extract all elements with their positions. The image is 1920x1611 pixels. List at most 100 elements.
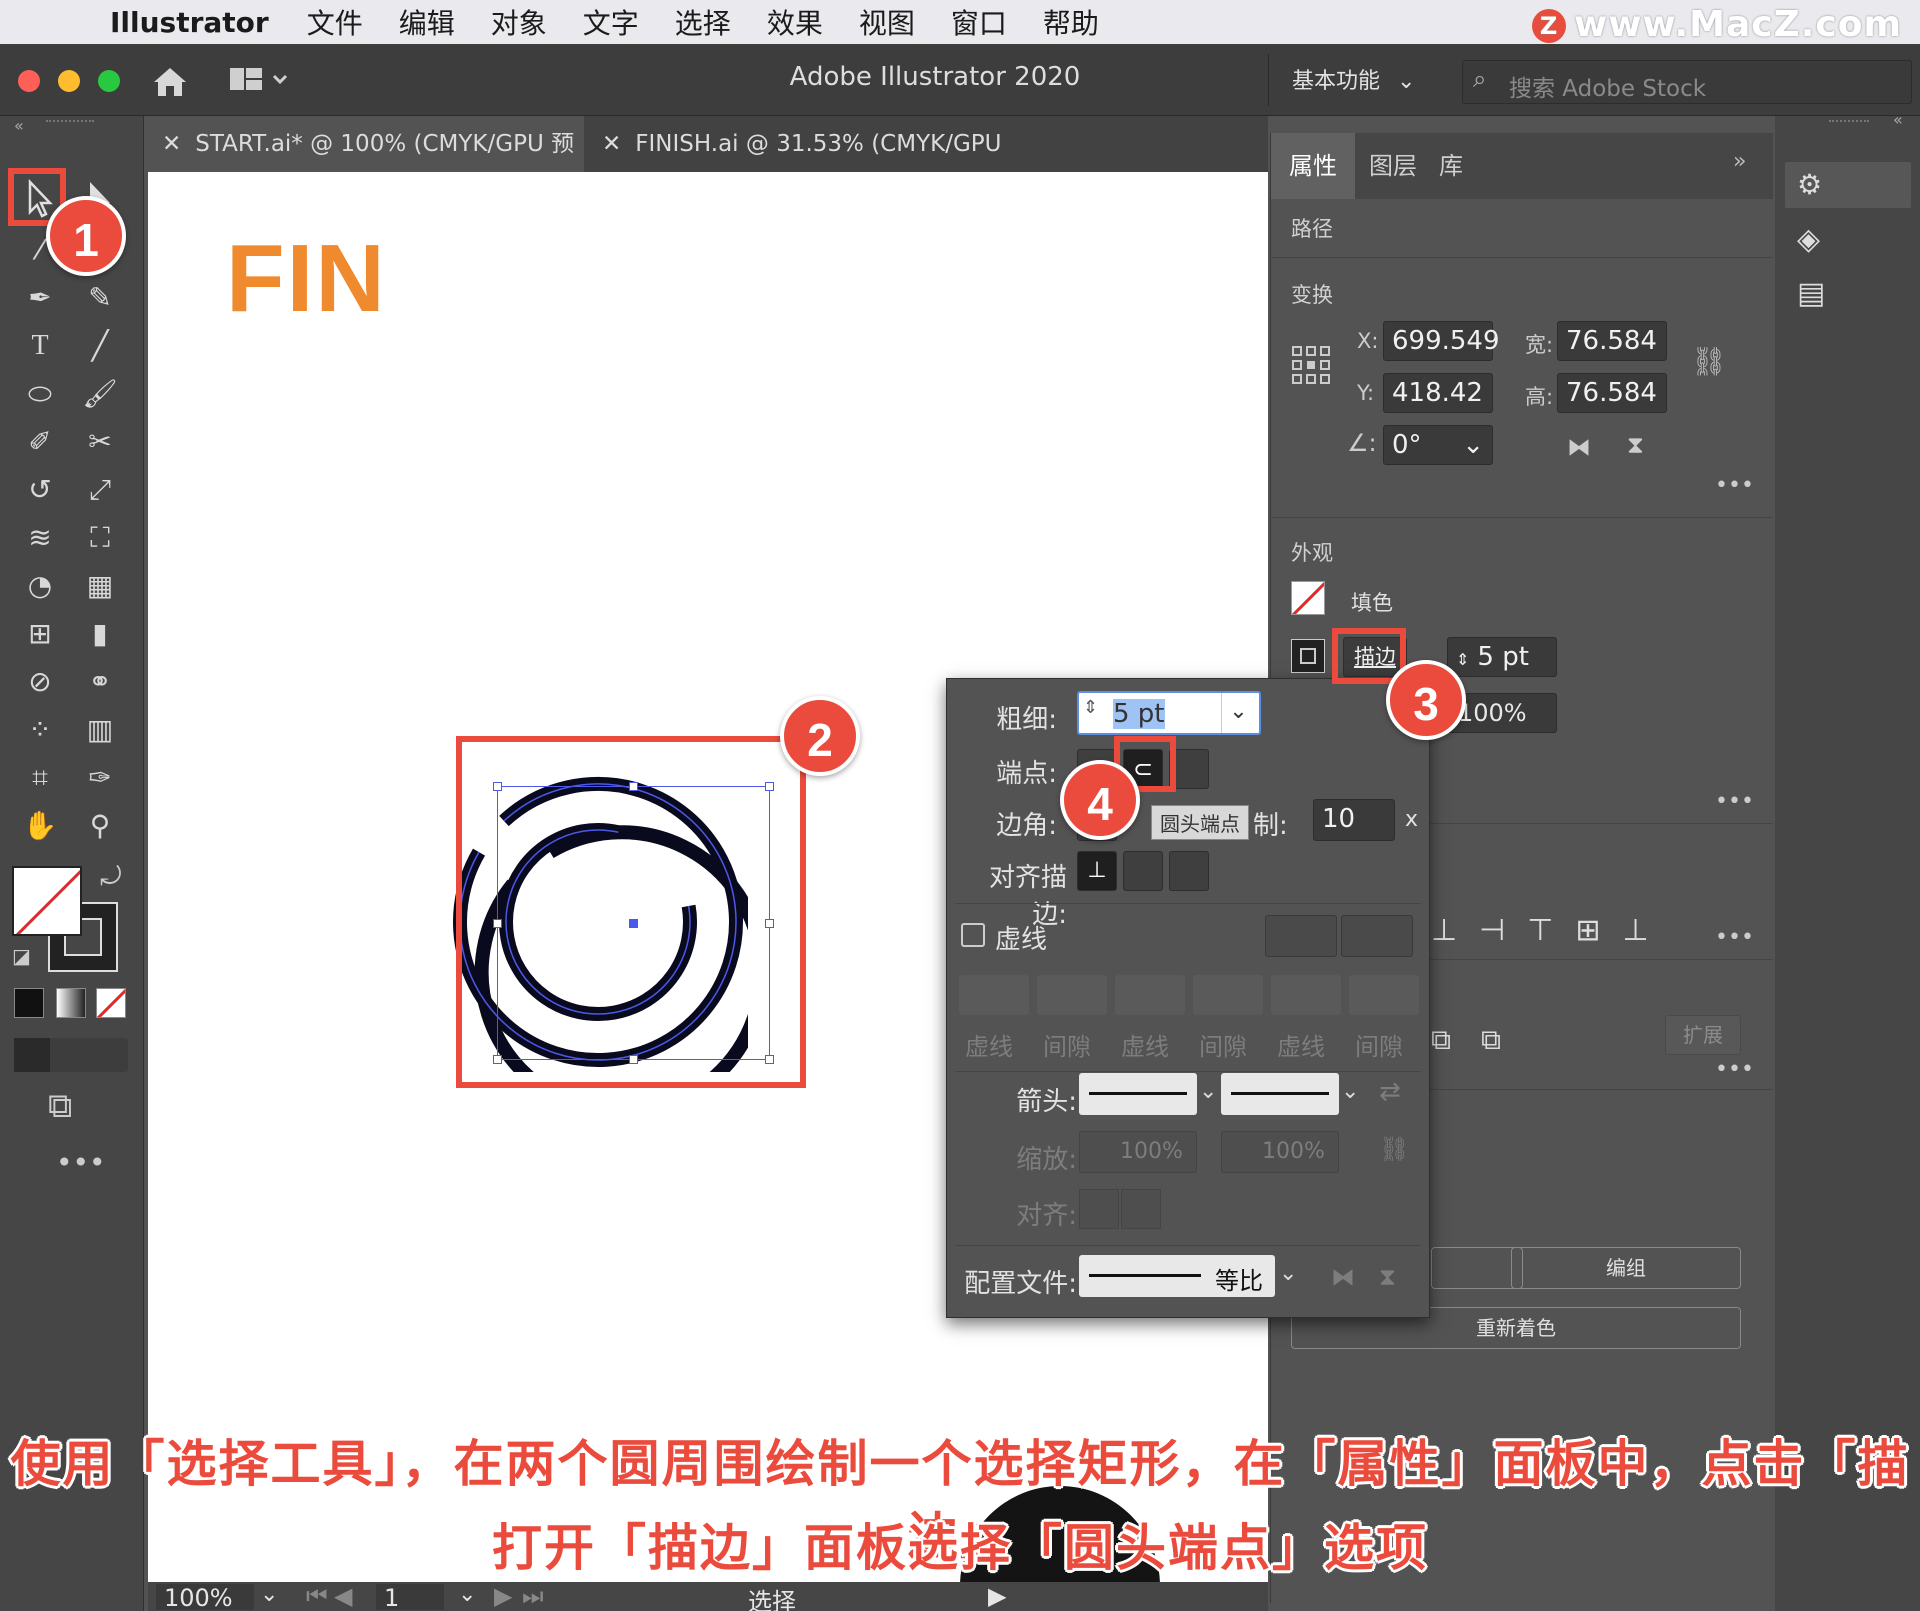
scale-tool-icon[interactable]: ⤢ xyxy=(78,468,122,512)
more-options-icon[interactable]: ••• xyxy=(1715,925,1754,950)
group-button[interactable]: 编组 xyxy=(1511,1247,1741,1289)
column-graph-tool-icon[interactable]: ▥ xyxy=(78,708,122,752)
curvature-tool-icon[interactable]: ✎ xyxy=(78,276,122,320)
chevron-down-icon[interactable]: ⌄ xyxy=(1462,426,1484,464)
arrow-extend-button[interactable] xyxy=(1079,1189,1119,1229)
artboard-tool-icon[interactable]: ⌗ xyxy=(18,756,62,800)
gap-field[interactable] xyxy=(1037,975,1107,1015)
perspective-grid-tool-icon[interactable]: ▦ xyxy=(78,564,122,608)
align-icons[interactable]: ⊥⊣⊤⊞⊥ xyxy=(1431,913,1671,948)
chevron-down-icon[interactable]: ⌄ xyxy=(1341,1079,1359,1104)
shaper-tool-icon[interactable]: ✐ xyxy=(18,420,62,464)
more-options-icon[interactable]: ••• xyxy=(1715,473,1754,498)
more-tools-icon[interactable]: ••• xyxy=(56,1146,106,1179)
layers-panel-icon[interactable]: ◈ xyxy=(1797,222,1820,257)
stepper-icon[interactable]: ⇕ xyxy=(1456,650,1469,669)
flip-horizontal-icon[interactable]: ⧓ xyxy=(1567,433,1591,461)
tab-start[interactable]: ✕START.ai* @ 100% (CMYK/GPU 预览) xyxy=(148,116,584,213)
width-field[interactable]: 76.584 p xyxy=(1557,321,1667,361)
slice-tool-icon[interactable]: ✑ xyxy=(78,756,122,800)
paintbrush-tool-icon[interactable]: 🖌 xyxy=(78,372,122,416)
menu-file[interactable]: 文件 xyxy=(307,2,363,42)
start-arrowhead-select[interactable] xyxy=(1079,1073,1197,1115)
panel-grip[interactable] xyxy=(1829,120,1869,124)
swap-arrowheads-icon[interactable]: ⇄ xyxy=(1379,1077,1401,1107)
first-artboard-icon[interactable]: ⏮ xyxy=(306,1582,328,1610)
chevron-down-icon[interactable]: ⌄ xyxy=(1199,1079,1217,1104)
menu-window[interactable]: 窗口 xyxy=(951,2,1007,42)
ellipse-tool-icon[interactable]: ⬭ xyxy=(18,372,62,416)
shape-builder-tool-icon[interactable]: ◔ xyxy=(18,564,62,608)
height-field[interactable]: 76.584 p xyxy=(1557,373,1667,413)
pathfinder-icons[interactable]: ⧉⧉ xyxy=(1431,1023,1531,1057)
tab-finish[interactable]: ✕FINISH.ai @ 31.53% (CMYK/GPU 预览) xyxy=(588,116,1028,213)
quick-action-button[interactable] xyxy=(1431,1247,1523,1289)
dashed-line-checkbox[interactable] xyxy=(961,923,985,947)
chevron-down-icon[interactable]: ⌄ xyxy=(458,1582,476,1607)
swap-fill-stroke-icon[interactable]: ⤾ xyxy=(100,862,122,893)
more-options-icon[interactable]: ••• xyxy=(1715,789,1754,814)
app-menu[interactable]: Illustrator xyxy=(110,6,269,39)
chevron-down-icon[interactable]: ⌄ xyxy=(260,1582,278,1607)
menu-object[interactable]: 对象 xyxy=(491,2,547,42)
stepper-icon[interactable]: ⇕ xyxy=(1083,697,1098,718)
symbol-sprayer-tool-icon[interactable]: ⁘ xyxy=(18,708,62,752)
x-field[interactable]: 699.549 xyxy=(1383,321,1500,361)
workspace-switcher[interactable]: 基本功能 ⌄ xyxy=(1292,62,1422,102)
eyedropper-tool-icon[interactable]: ⊘ xyxy=(18,660,62,704)
last-artboard-icon[interactable]: ⏭ xyxy=(522,1582,544,1610)
next-artboard-icon[interactable]: ▶ xyxy=(494,1582,512,1610)
search-input[interactable]: 搜索 Adobe Stock xyxy=(1509,69,1706,103)
previous-artboard-icon[interactable]: ◀ xyxy=(334,1582,352,1610)
dash-field[interactable] xyxy=(1271,975,1341,1015)
color-mode-icon[interactable] xyxy=(14,988,44,1018)
type-tool-icon[interactable]: T xyxy=(18,324,62,368)
fill-color-swatch[interactable] xyxy=(1291,581,1325,615)
start-scale-field[interactable]: 100% xyxy=(1079,1131,1197,1173)
expand-button[interactable]: 扩展 xyxy=(1665,1015,1741,1055)
default-fill-stroke-icon[interactable]: ◪ xyxy=(12,944,31,968)
link-scale-icon[interactable]: ⛓ xyxy=(1379,1135,1409,1163)
gap-field[interactable] xyxy=(1193,975,1263,1015)
dash-align-button[interactable] xyxy=(1341,915,1413,957)
free-transform-tool-icon[interactable]: ⛶ xyxy=(78,516,122,560)
close-icon[interactable]: ✕ xyxy=(162,131,181,157)
profile-select[interactable]: 等比 xyxy=(1079,1255,1275,1297)
y-field[interactable]: 418.42 p xyxy=(1383,373,1493,413)
flip-profile-horizontal-icon[interactable]: ⧓ xyxy=(1331,1263,1355,1291)
gradient-mode-icon[interactable] xyxy=(56,988,86,1018)
end-scale-field[interactable]: 100% xyxy=(1221,1131,1339,1173)
menu-view[interactable]: 视图 xyxy=(859,2,915,42)
chevron-down-icon[interactable]: ⌄ xyxy=(1221,693,1255,733)
menu-select[interactable]: 选择 xyxy=(675,2,731,42)
fill-swatch[interactable] xyxy=(12,866,82,936)
close-icon[interactable]: ✕ xyxy=(602,131,621,157)
hand-tool-icon[interactable]: ✋ xyxy=(18,804,62,848)
collapse-icon[interactable]: « xyxy=(14,116,24,135)
menu-type[interactable]: 文字 xyxy=(583,2,639,42)
menu-effect[interactable]: 效果 xyxy=(767,2,823,42)
more-options-icon[interactable]: ••• xyxy=(1715,1057,1754,1082)
dash-preserve-button[interactable] xyxy=(1265,915,1337,957)
tab-libraries[interactable]: 库 xyxy=(1421,133,1481,199)
mesh-tool-icon[interactable]: ⊞ xyxy=(18,612,62,656)
end-arrowhead-select[interactable] xyxy=(1221,1073,1339,1115)
width-tool-icon[interactable]: ≋ xyxy=(18,516,62,560)
gap-field[interactable] xyxy=(1349,975,1419,1015)
align-center-button[interactable]: ⊥ xyxy=(1077,851,1117,891)
dash-field[interactable] xyxy=(959,975,1029,1015)
properties-panel-icon[interactable]: ⚙ xyxy=(1785,162,1911,208)
stroke-color-swatch[interactable] xyxy=(1291,639,1325,673)
collapse-icon[interactable]: « xyxy=(1893,110,1903,129)
dash-field[interactable] xyxy=(1115,975,1185,1015)
draw-modes[interactable] xyxy=(14,1038,128,1072)
flip-vertical-icon[interactable]: ⧗ xyxy=(1627,431,1644,459)
tab-properties[interactable]: 属性 xyxy=(1271,133,1355,199)
status-menu-icon[interactable]: ▶ xyxy=(988,1582,1006,1610)
zoom-tool-icon[interactable]: ⚲ xyxy=(78,804,122,848)
weight-value[interactable]: 5 pt xyxy=(1113,699,1165,729)
reference-point-icon[interactable] xyxy=(1291,345,1331,385)
stroke-weight-field[interactable]: ⇕ 5 pt xyxy=(1447,637,1557,677)
pen-tool-icon[interactable]: ✒ xyxy=(18,276,62,320)
chevron-down-icon[interactable]: ⌄ xyxy=(1279,1261,1297,1286)
